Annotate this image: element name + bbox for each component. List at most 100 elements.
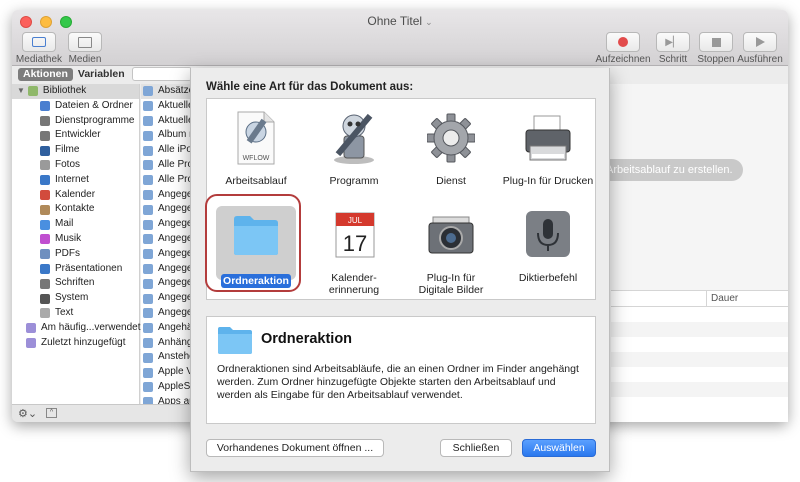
automator-robot-icon xyxy=(330,110,378,166)
action-icon xyxy=(143,86,153,97)
action-list-item[interactable]: Alle Pro xyxy=(141,158,192,173)
action-label: Absätze xyxy=(158,85,193,96)
close-button[interactable]: Schließen xyxy=(440,439,512,457)
action-icon xyxy=(143,337,153,348)
type-tile-service[interactable]: Dienst xyxy=(403,102,499,196)
type-tile-image-capture-plugin[interactable]: Plug-In für Digitale Bilder xyxy=(403,199,499,296)
library-category-item[interactable]: Schriften xyxy=(12,276,139,291)
run-icon xyxy=(755,37,765,47)
library-category-label: PDFs xyxy=(55,247,80,259)
action-label: Angege xyxy=(158,188,193,200)
library-category-item[interactable]: Dienstprogramme xyxy=(12,114,139,129)
action-list-item[interactable]: Apps au xyxy=(141,395,192,404)
open-existing-document-button[interactable]: Vorhandenes Dokument öffnen ... xyxy=(206,439,384,457)
choose-button[interactable]: Auswählen xyxy=(522,439,596,457)
workflow-document-icon: WFLOW xyxy=(232,110,280,166)
library-category-item[interactable]: Fotos xyxy=(12,158,139,173)
media-button[interactable] xyxy=(68,32,102,52)
action-list-item[interactable]: Angege xyxy=(141,262,192,277)
library-category-item[interactable]: Kalender xyxy=(12,188,139,203)
library-toggle-button[interactable] xyxy=(22,32,56,52)
action-list-item[interactable]: Alle Pro xyxy=(141,173,192,188)
tab-variables[interactable]: Variablen xyxy=(73,68,130,81)
library-category-item[interactable]: Kontakte xyxy=(12,202,139,217)
category-icon xyxy=(40,115,50,126)
library-category-item[interactable]: Präsentationen xyxy=(12,262,139,277)
library-category-label: Filme xyxy=(55,144,80,156)
category-icon xyxy=(40,293,50,304)
library-category-item[interactable]: Entwickler xyxy=(12,128,139,143)
smart-group-item[interactable]: Am häufig...verwendet xyxy=(12,321,141,336)
folder-icon xyxy=(217,325,253,355)
action-list-item[interactable]: Anhäng xyxy=(141,336,192,351)
library-search-input[interactable] xyxy=(132,67,192,81)
sheet-title: Wähle eine Art für das Dokument aus: xyxy=(206,81,414,93)
smart-group-item[interactable]: Zuletzt hinzugefügt xyxy=(12,336,139,351)
action-list-item[interactable]: Angege xyxy=(141,247,192,262)
record-button[interactable] xyxy=(606,32,640,52)
library-segmented-control: Aktionen Variablen xyxy=(18,68,130,81)
type-tile-workflow[interactable]: WFLOW Arbeitsablauf xyxy=(208,102,304,196)
type-tile-print-plugin[interactable]: Plug-In für Drucken xyxy=(500,102,596,196)
library-category-item[interactable]: Internet xyxy=(12,173,139,188)
action-icon xyxy=(143,145,153,156)
action-list-item[interactable]: Album n xyxy=(141,128,192,143)
log-column-duration[interactable]: Dauer xyxy=(711,293,738,304)
action-list-item[interactable]: Angege xyxy=(141,217,192,232)
action-label: Angege xyxy=(158,262,193,274)
action-icon xyxy=(143,175,153,186)
action-label: Angege xyxy=(158,277,193,289)
stop-button[interactable] xyxy=(699,32,733,52)
run-button[interactable] xyxy=(743,32,777,52)
library-category-item[interactable]: Dateien & Ordner xyxy=(12,99,139,114)
action-list-item[interactable]: Apple V xyxy=(141,365,192,380)
type-label: Programm xyxy=(329,175,379,187)
library-category-item[interactable]: Filme xyxy=(12,143,139,158)
library-category-item[interactable]: PDFs xyxy=(12,247,139,262)
library-category-item[interactable]: Text xyxy=(12,306,139,321)
tab-actions[interactable]: Aktionen xyxy=(18,68,73,81)
disclosure-triangle-icon[interactable]: ▼ xyxy=(17,84,25,99)
stop-icon xyxy=(711,37,721,47)
library-category-item[interactable]: System xyxy=(12,291,139,306)
action-list-item[interactable]: Angege xyxy=(141,188,192,203)
media-label: Medien xyxy=(68,54,102,65)
action-list-item[interactable]: Angehä xyxy=(141,321,192,336)
action-list-item[interactable]: Angege xyxy=(141,306,192,321)
window-title[interactable]: Ohne Titel ⌄ xyxy=(12,14,788,28)
library-category-item[interactable]: Mail xyxy=(12,217,139,232)
description-title: Ordneraktion xyxy=(261,331,353,347)
action-label: Alle Pro xyxy=(158,173,193,185)
action-list-item[interactable]: Angege xyxy=(141,291,192,306)
action-icon xyxy=(143,397,153,404)
action-list-item[interactable]: AppleSc xyxy=(141,380,192,395)
action-label: Anhäng xyxy=(158,336,193,348)
action-label: Aktuelle xyxy=(158,114,193,126)
action-icon xyxy=(143,382,153,393)
action-list-item[interactable]: Alle iPo xyxy=(141,143,192,158)
action-list-item[interactable]: Angege xyxy=(141,202,192,217)
step-button[interactable]: ▶▏ xyxy=(656,32,690,52)
description-toggle-icon[interactable]: ^ xyxy=(46,408,57,418)
library-category-label: Dateien & Ordner xyxy=(55,99,133,111)
action-icon xyxy=(143,278,153,289)
action-label: Angege xyxy=(158,232,193,244)
type-tile-calendar-alarm[interactable]: JUL 17 Kalender- erinnerung xyxy=(306,199,402,296)
type-tile-application[interactable]: Programm xyxy=(306,102,402,196)
action-list-item[interactable]: Absätze xyxy=(141,84,192,99)
calendar-icon: JUL 17 xyxy=(330,207,378,263)
action-list-item[interactable]: Aktuelle xyxy=(141,114,192,129)
titlebar: Ohne Titel ⌄ Mediathek Medien Aufzeichnen… xyxy=(12,10,788,66)
type-label: Plug-In für Digitale Bilder xyxy=(418,272,484,296)
action-list-item[interactable]: Angege xyxy=(141,232,192,247)
library-category-label: Schriften xyxy=(55,277,95,289)
library-category-item[interactable]: Musik xyxy=(12,232,139,247)
type-tile-dictation-command[interactable]: Diktierbefehl xyxy=(500,199,596,293)
library-root[interactable]: ▼ Bibliothek xyxy=(12,84,139,99)
type-label: Kalender- erinnerung xyxy=(328,272,380,296)
action-list-item[interactable]: Anstehe xyxy=(141,350,192,365)
action-list-item[interactable]: Aktuelle xyxy=(141,99,192,114)
svg-text:17: 17 xyxy=(343,231,367,256)
action-list-item[interactable]: Angege xyxy=(141,276,192,291)
gear-icon[interactable]: ⚙⌄ xyxy=(18,407,37,420)
